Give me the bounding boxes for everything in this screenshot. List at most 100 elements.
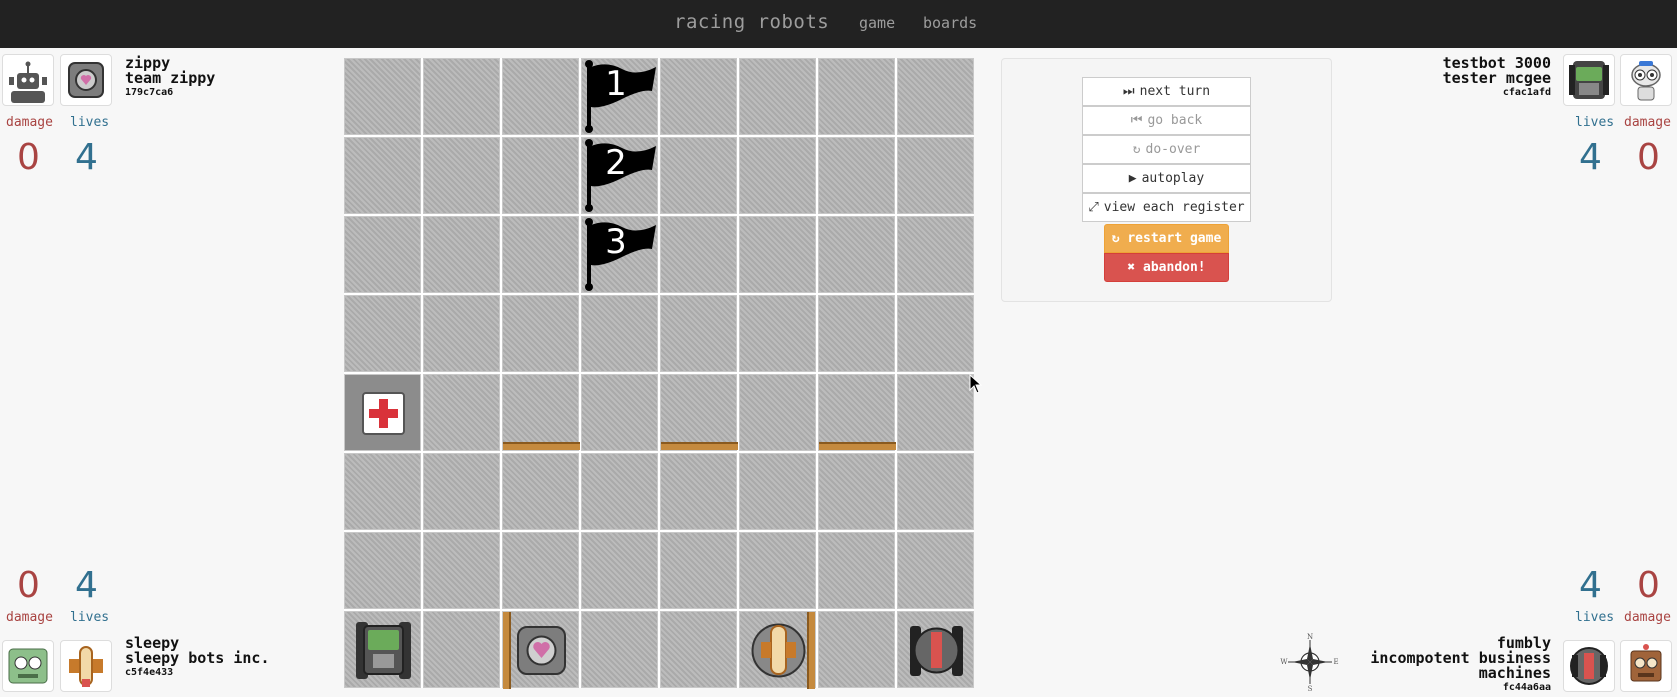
- red-racer-robot-icon[interactable]: [898, 612, 975, 689]
- wall-west: [503, 612, 511, 689]
- damage-value: 0: [17, 565, 40, 606]
- step-backward-icon: ⏮: [1130, 113, 1143, 128]
- wall-south: [819, 442, 896, 450]
- player-avatar: [1620, 54, 1672, 106]
- robot-avatar: [60, 54, 112, 106]
- lives-label: lives: [70, 115, 110, 130]
- board-cell: [423, 611, 500, 688]
- next-turn-button[interactable]: ⏭ next turn: [1082, 77, 1251, 106]
- player-avatar: [2, 54, 54, 106]
- robot-avatar: [60, 640, 112, 692]
- board-cell: [502, 137, 579, 214]
- board-cell: [818, 374, 896, 451]
- flag-number: 1: [605, 64, 627, 104]
- board-cell: [581, 611, 658, 688]
- board-cell: [818, 216, 895, 293]
- board-cell-flag: 2: [581, 137, 658, 214]
- checkpoint-flag-icon: 1: [585, 60, 656, 133]
- compass-rose: N S E W: [1280, 632, 1340, 696]
- board-cell: [660, 611, 737, 688]
- board-cell: [423, 532, 500, 609]
- board-cell: [581, 374, 658, 451]
- board-cell: [818, 58, 895, 135]
- view-each-register-button[interactable]: ⤢ view each register: [1082, 193, 1251, 222]
- board-cell-flag: 1: [581, 58, 658, 135]
- damage-label: damage: [1624, 610, 1671, 625]
- rocket-robot-icon[interactable]: [740, 612, 817, 689]
- compass-w: W: [1280, 658, 1288, 666]
- refresh-icon: ↻: [1111, 231, 1128, 246]
- board-cell: [502, 295, 579, 372]
- player-team: team zippy: [125, 69, 216, 87]
- board-cell: [344, 611, 421, 688]
- restart-game-button[interactable]: ↻ restart game: [1104, 224, 1229, 253]
- board-cell: [739, 295, 816, 372]
- board-cell: [423, 216, 500, 293]
- robot-avatar: [1563, 54, 1615, 106]
- board-cell: [897, 374, 974, 451]
- robot-avatar: [1563, 640, 1615, 692]
- nav-link-boards[interactable]: boards: [923, 14, 977, 32]
- go-back-button[interactable]: ⏮ go back: [1082, 106, 1251, 135]
- board-cell: [739, 216, 816, 293]
- board-cell-flag: 3: [581, 216, 658, 293]
- board-cell: [344, 295, 421, 372]
- companion-cube-robot-icon[interactable]: [503, 612, 580, 689]
- rocket-robot-icon: [69, 646, 103, 687]
- player-avatar: [1620, 640, 1672, 692]
- lives-value: 4: [75, 565, 98, 606]
- nav-link-game[interactable]: game: [859, 14, 895, 32]
- board-cell: [344, 453, 421, 530]
- compass-n: N: [1307, 633, 1313, 641]
- wall-south: [661, 442, 738, 450]
- expand-icon: ⤢: [1088, 200, 1099, 215]
- board-cell: [344, 137, 421, 214]
- companion-cube-robot-icon: [68, 62, 104, 98]
- player-team: tester mcgee: [1442, 69, 1551, 87]
- board-cell: [818, 137, 895, 214]
- board-cell: [739, 137, 816, 214]
- tank-robot-icon: [1569, 61, 1609, 99]
- board-cell: [502, 374, 580, 451]
- board-cell: [502, 453, 579, 530]
- board-cell: [502, 532, 579, 609]
- abandon-button[interactable]: ✖ abandon!: [1104, 253, 1229, 282]
- board-cell: [660, 58, 737, 135]
- player-avatar: [2, 640, 54, 692]
- damage-value: 0: [17, 137, 40, 178]
- brand-title[interactable]: racing robots: [674, 11, 829, 33]
- flag-number: 3: [605, 222, 627, 262]
- board-cell: [739, 611, 817, 689]
- compass-icon: N S E W: [1280, 633, 1338, 693]
- board-cell: [423, 453, 500, 530]
- lives-value: 4: [1579, 565, 1602, 606]
- green-tank-robot-icon[interactable]: [345, 612, 422, 689]
- compass-s: S: [1308, 685, 1313, 692]
- board-cell: [660, 453, 737, 530]
- pointer-cursor-icon: [969, 373, 983, 394]
- checkpoint-flag-icon: 2: [585, 139, 656, 212]
- player-id: cfac1afd: [1502, 87, 1551, 98]
- navbar: racing robots game boards: [0, 0, 1677, 48]
- board-cell: [502, 58, 579, 135]
- lives-value: 4: [75, 137, 98, 178]
- board-cell: [818, 532, 895, 609]
- board-cell: [739, 58, 816, 135]
- player-team-line2: machines: [1478, 664, 1551, 682]
- lives-value: 4: [1579, 137, 1602, 178]
- board-cell: [739, 532, 816, 609]
- robot-avatar-icon: [9, 61, 47, 103]
- board-cell: [897, 137, 974, 214]
- board-cell: [660, 374, 738, 451]
- board-cell: [660, 295, 737, 372]
- checkpoint-flag-icon: 3: [585, 218, 656, 291]
- brown-robot-avatar-icon: [1630, 644, 1662, 682]
- damage-label: damage: [6, 115, 53, 130]
- do-over-button[interactable]: ↻ do-over: [1082, 135, 1251, 164]
- board-cell: [660, 137, 737, 214]
- autoplay-button[interactable]: ▶ autoplay: [1082, 164, 1251, 193]
- lives-label: lives: [1575, 610, 1615, 625]
- wall-south: [503, 442, 580, 450]
- board-cell: [344, 216, 421, 293]
- mouse-cursor: [969, 373, 983, 398]
